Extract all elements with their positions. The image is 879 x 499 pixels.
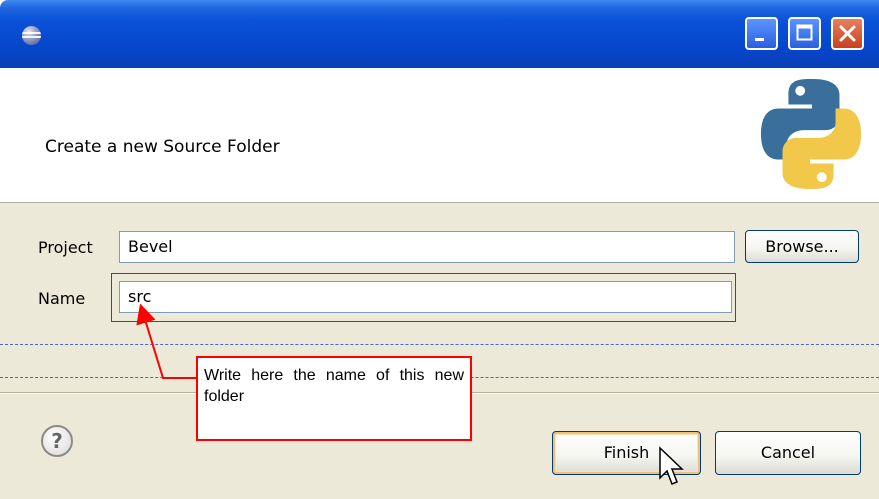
annotation-callout: Write here the name of this new folder <box>196 356 472 441</box>
maximize-button[interactable] <box>788 17 821 50</box>
project-label: Project <box>38 238 93 257</box>
python-logo <box>760 79 862 189</box>
close-icon <box>839 25 856 42</box>
header-message: Create a new Source Folder <box>45 137 280 157</box>
guide-line-top <box>0 344 879 345</box>
name-field-highlight <box>111 273 736 322</box>
eclipse-icon[interactable] <box>22 26 41 45</box>
cancel-button[interactable]: Cancel <box>715 431 861 475</box>
help-icon[interactable]: ? <box>41 425 73 457</box>
minimize-button[interactable] <box>745 17 778 50</box>
finish-button[interactable]: Finish <box>552 431 701 475</box>
name-label: Name <box>38 289 86 308</box>
maximize-icon <box>796 24 813 41</box>
title-bar[interactable] <box>0 0 879 68</box>
dialog-header <box>0 68 879 203</box>
minimize-icon <box>755 38 764 41</box>
project-field[interactable]: Bevel <box>119 231 735 263</box>
source-folder-dialog: Create a new Source Folder Project Bevel… <box>0 0 879 499</box>
close-button[interactable] <box>831 17 864 50</box>
browse-button[interactable]: Browse... <box>745 230 859 263</box>
